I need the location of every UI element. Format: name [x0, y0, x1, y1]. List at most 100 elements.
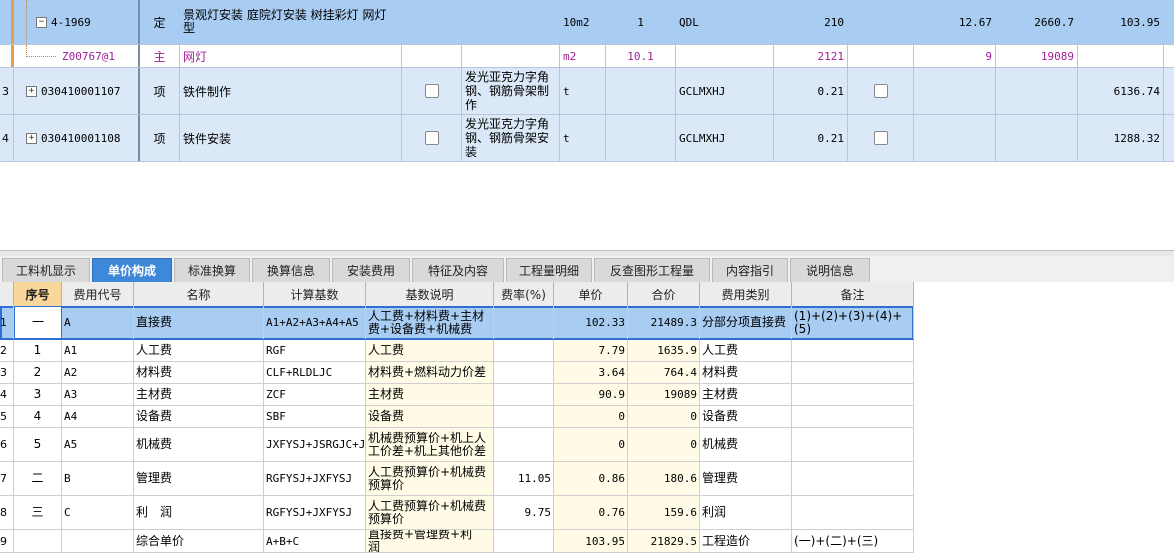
code-cell[interactable] — [62, 530, 134, 552]
price-cell[interactable]: 0 — [554, 428, 628, 461]
table-row[interactable]: 7 二 B 管理费 RGFYSJ+JXFYSJ 人工费预算价+机械费预算价 11.05 0.8… — [0, 462, 914, 496]
tab-unit-price[interactable]: 单价构成 — [92, 258, 172, 282]
price-cell[interactable]: 12.67 — [914, 0, 996, 44]
desc-cell[interactable]: 材料费+燃料动力价差 — [366, 362, 494, 383]
total-cell[interactable] — [996, 115, 1078, 161]
code-cell[interactable]: +030410001108 — [14, 115, 140, 161]
seq-cell[interactable]: 5 — [14, 428, 62, 461]
table-row[interactable]: 8三C利 润 RGFYSJ+JXFYSJ 人工费预算价+机械费预算价 9.75 0.76… — [0, 496, 914, 530]
composite-price-cell[interactable] — [1078, 45, 1164, 67]
category-cell[interactable]: 管理费 — [700, 462, 792, 495]
code-cell[interactable]: A5 — [62, 428, 134, 461]
unit-cell[interactable]: t — [560, 68, 606, 114]
price-cell[interactable]: 0.76 — [554, 496, 628, 529]
seq-cell[interactable]: 二 — [14, 462, 62, 495]
tab-install-fee[interactable]: 安装费用 — [332, 258, 410, 282]
tab-conversion-info[interactable]: 换算信息 — [252, 258, 330, 282]
tab-graphic-quantity[interactable]: 反查图形工程量 — [594, 258, 710, 282]
checkbox[interactable] — [873, 131, 888, 145]
header-price[interactable]: 单价 — [554, 282, 628, 306]
unit-cell[interactable]: 10m2 — [560, 0, 606, 44]
rate-cell[interactable] — [494, 362, 554, 383]
desc-cell[interactable]: 直接费+管理费+利 润 — [366, 530, 494, 552]
table-row[interactable]: 2 1 A1 人工费 RGF 人工费 7.79 1635.9 人工费 — [0, 340, 914, 362]
table-row[interactable]: 4 3 A3 主材费 ZCF 主材费 90.9 19089 主材费 — [0, 384, 914, 406]
header-seq[interactable]: 序号 — [14, 282, 62, 306]
qty-cell[interactable] — [606, 68, 676, 114]
total-cell[interactable]: 0 — [628, 406, 700, 427]
note-cell[interactable] — [792, 384, 914, 405]
rate-cell[interactable] — [494, 428, 554, 461]
desc-cell[interactable]: 人工费+材料费+主材费+设备费+机械费 — [366, 306, 494, 339]
base-cell[interactable]: SBF — [264, 406, 366, 427]
name-cell[interactable]: 材料费 — [134, 362, 264, 383]
table-row[interactable]: −4-1969 定 景观灯安装 庭院灯安装 树挂彩灯 网灯型 10m2 1 QD… — [0, 0, 1174, 45]
desc-cell[interactable]: 机械费预算价+机上人工价差+机上其他价差 — [366, 428, 494, 461]
qty-expr-cell[interactable] — [676, 45, 774, 67]
name-cell[interactable]: 直接费 — [134, 306, 264, 339]
note-cell[interactable] — [792, 462, 914, 495]
checkbox[interactable] — [424, 131, 439, 145]
code-cell[interactable]: −4-1969 — [14, 0, 140, 44]
base-cell[interactable]: A+B+C — [264, 530, 366, 552]
code-cell[interactable]: C — [62, 496, 134, 529]
seq-cell[interactable]: 3 — [14, 384, 62, 405]
feature-cell[interactable]: 发光亚克力字角钢、钢筋骨架制作 — [462, 68, 560, 114]
seq-cell[interactable]: 三 — [14, 496, 62, 529]
name-cell[interactable]: 铁件制作 — [180, 68, 402, 114]
seq-cell[interactable]: 1 — [14, 340, 62, 361]
quantity-cell[interactable]: 210 — [774, 0, 848, 44]
flag-cell[interactable] — [402, 0, 462, 44]
rate-cell[interactable] — [494, 384, 554, 405]
name-cell[interactable]: 铁件安装 — [180, 115, 402, 161]
header-base[interactable]: 计算基数 — [264, 282, 366, 306]
note-cell[interactable] — [792, 340, 914, 361]
category-cell[interactable]: 工程造价 — [700, 530, 792, 552]
type-cell[interactable]: 主 — [140, 45, 180, 67]
category-cell[interactable]: 人工费 — [700, 340, 792, 361]
rate-cell[interactable] — [494, 340, 554, 361]
total-cell[interactable]: 21829.5 — [628, 530, 700, 552]
base-cell[interactable]: RGF — [264, 340, 366, 361]
checkbox[interactable] — [424, 84, 439, 98]
desc-cell[interactable]: 人工费预算价+机械费预算价 — [366, 496, 494, 529]
code-cell[interactable]: A2 — [62, 362, 134, 383]
quantity-cell[interactable]: 0.21 — [774, 68, 848, 114]
tab-quantity-detail[interactable]: 工程量明细 — [506, 258, 592, 282]
category-cell[interactable]: 分部分项直接费 — [700, 306, 792, 339]
tab-content-guide[interactable]: 内容指引 — [712, 258, 788, 282]
header-desc[interactable]: 基数说明 — [366, 282, 494, 306]
flag-cell[interactable] — [402, 115, 462, 161]
price-cell[interactable] — [914, 68, 996, 114]
type-cell[interactable]: 项 — [140, 115, 180, 161]
base-cell[interactable]: A1+A2+A3+A4+A5 — [264, 306, 366, 339]
desc-cell[interactable]: 设备费 — [366, 406, 494, 427]
note-cell[interactable] — [792, 362, 914, 383]
seq-cell[interactable]: 4 — [14, 406, 62, 427]
unit-cell[interactable]: t — [560, 115, 606, 161]
composite-price-cell[interactable]: 1288.32 — [1078, 115, 1164, 161]
name-cell[interactable]: 景观灯安装 庭院灯安装 树挂彩灯 网灯型 — [180, 0, 402, 44]
header-category[interactable]: 费用类别 — [700, 282, 792, 306]
rate-cell[interactable] — [494, 306, 554, 339]
check-cell[interactable] — [848, 0, 914, 44]
base-cell[interactable]: JXFYSJ+JSRGJC+JSQTJC — [264, 428, 366, 461]
price-cell[interactable]: 7.79 — [554, 340, 628, 361]
category-cell[interactable]: 设备费 — [700, 406, 792, 427]
code-cell[interactable]: A — [62, 306, 134, 339]
expand-icon[interactable]: + — [26, 132, 37, 144]
note-cell[interactable] — [792, 428, 914, 461]
code-cell[interactable]: A4 — [62, 406, 134, 427]
rate-cell[interactable]: 9.75 — [494, 496, 554, 529]
unit-cell[interactable]: m2 — [560, 45, 606, 67]
name-cell[interactable]: 人工费 — [134, 340, 264, 361]
total-cell[interactable]: 21489.3 — [628, 306, 700, 339]
header-code[interactable]: 费用代号 — [62, 282, 134, 306]
quantity-cell[interactable]: 2121 — [774, 45, 848, 67]
total-cell[interactable]: 764.4 — [628, 362, 700, 383]
flag-cell[interactable] — [402, 45, 462, 67]
seq-cell[interactable]: 一 — [14, 306, 62, 339]
total-cell[interactable]: 0 — [628, 428, 700, 461]
rate-cell[interactable] — [494, 406, 554, 427]
total-cell[interactable]: 19089 — [996, 45, 1078, 67]
